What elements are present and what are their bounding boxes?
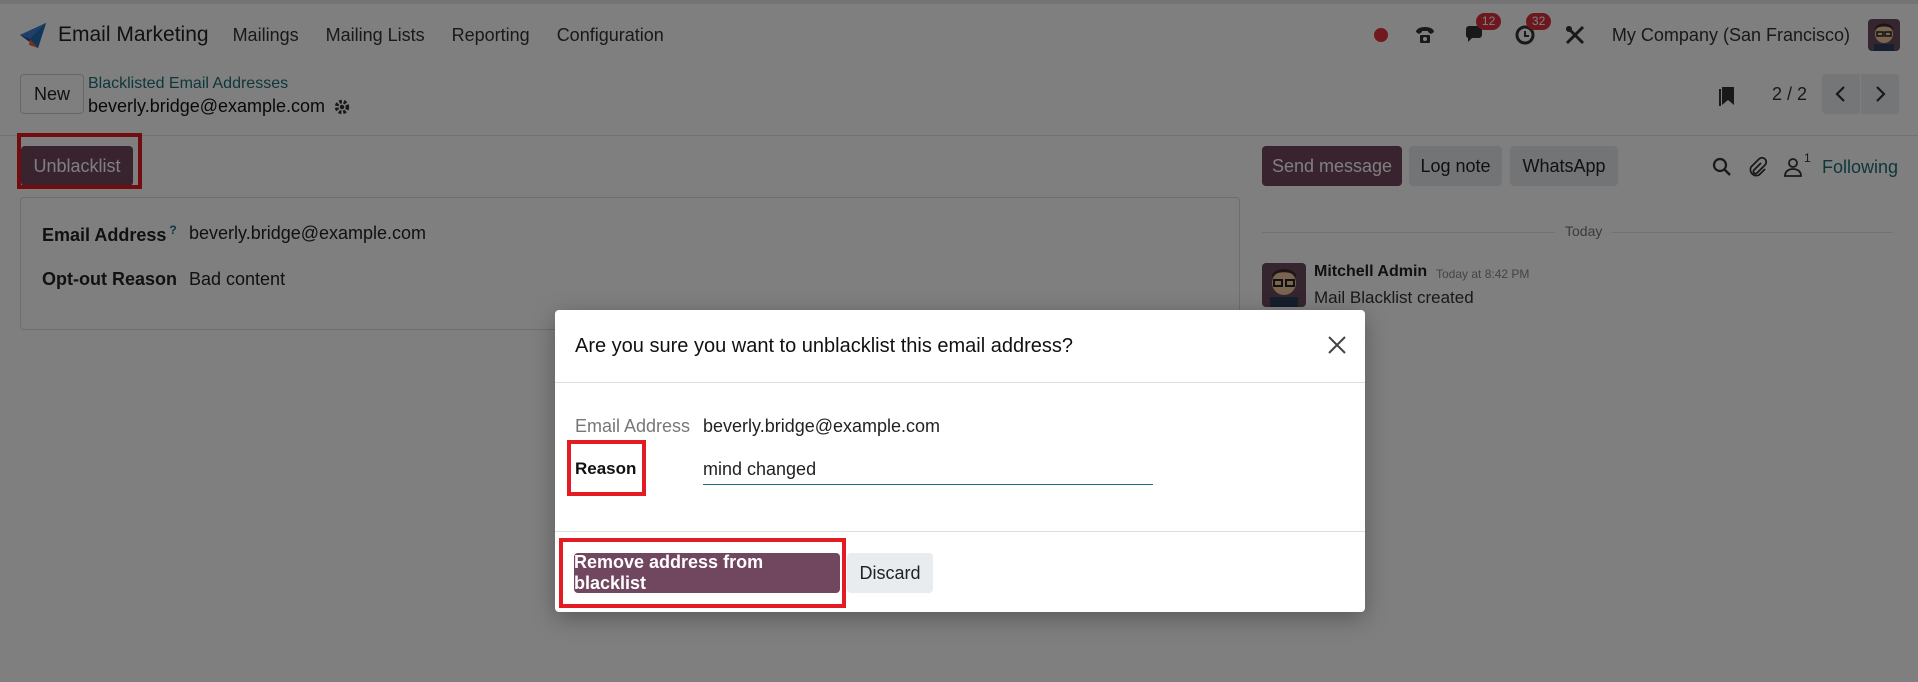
dialog-header-divider bbox=[555, 382, 1365, 383]
dialog-title: Are you sure you want to unblacklist thi… bbox=[575, 335, 1074, 357]
dialog-footer-divider bbox=[555, 531, 1365, 532]
dialog-email-value: beverly.bridge@example.com bbox=[703, 416, 941, 436]
reason-input[interactable] bbox=[703, 455, 1153, 485]
discard-button[interactable]: Discard bbox=[847, 553, 933, 593]
highlight-box-remove-button bbox=[559, 538, 846, 608]
highlight-box-reason bbox=[567, 440, 646, 496]
close-icon[interactable] bbox=[1326, 334, 1348, 356]
dialog-email-label: Email Address bbox=[575, 416, 691, 436]
